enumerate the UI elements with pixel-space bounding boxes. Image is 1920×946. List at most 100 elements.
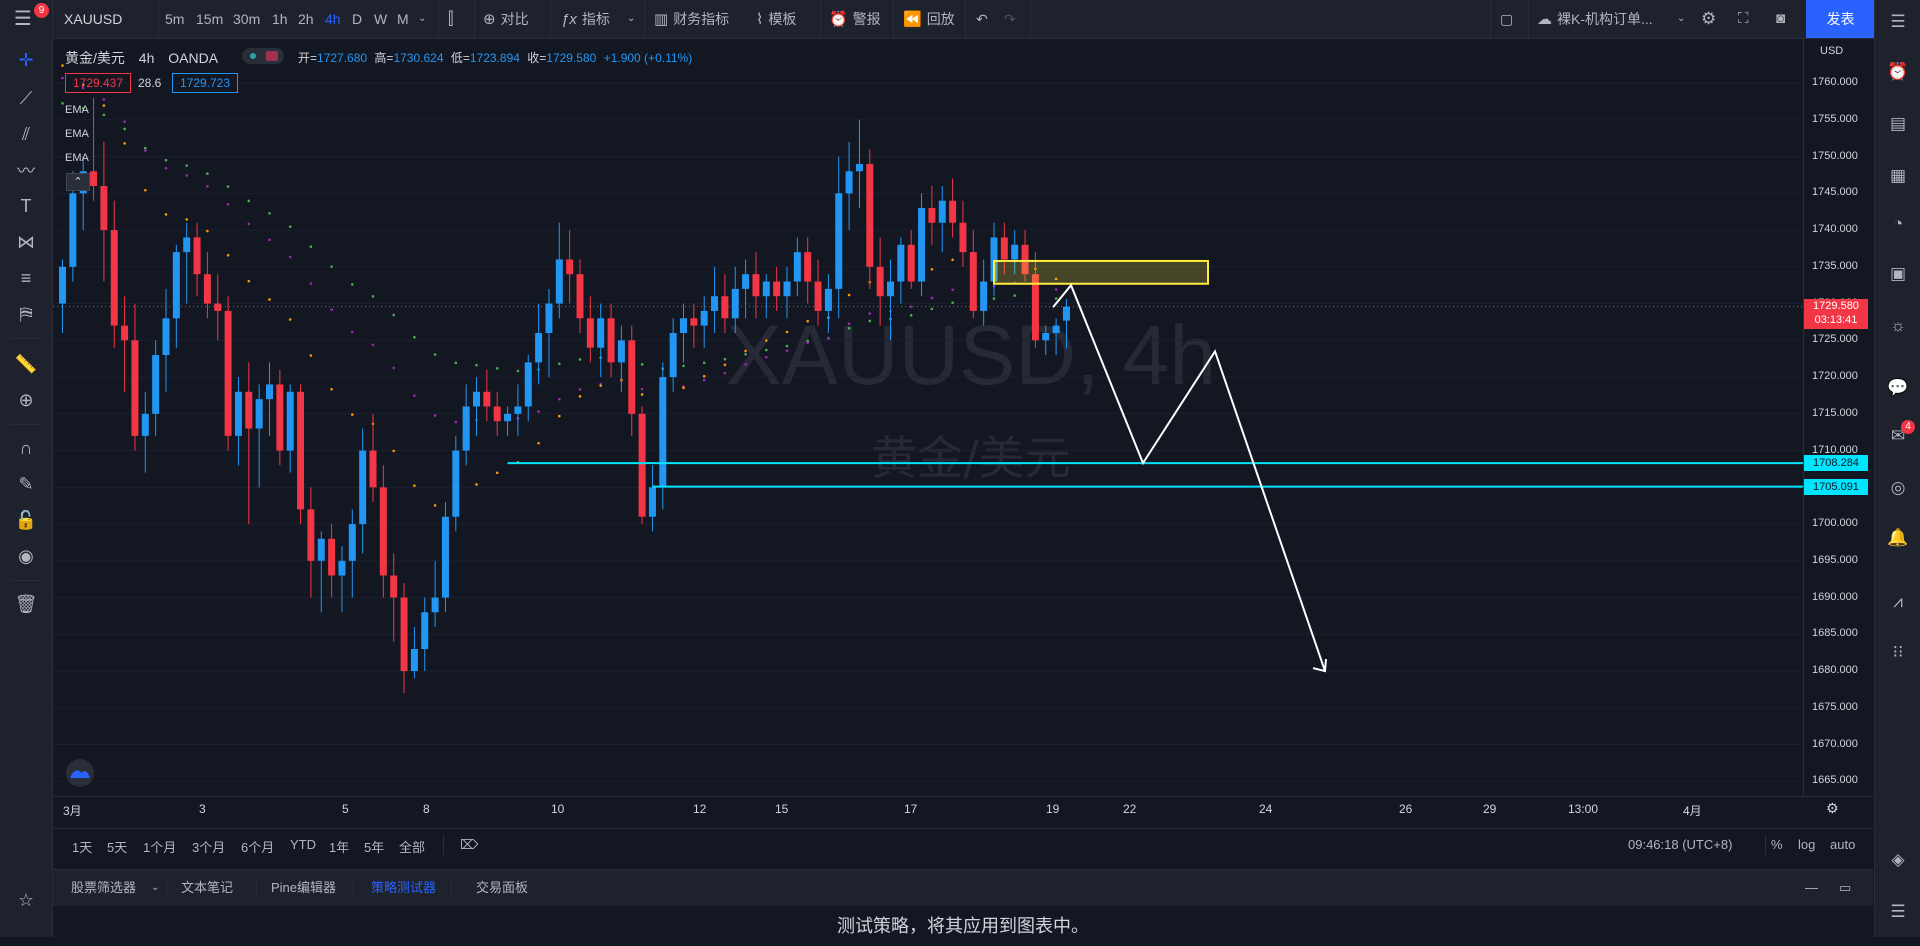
bid-button[interactable]: 1729.437	[65, 73, 131, 93]
trend-line-icon[interactable]: ⟋	[10, 82, 42, 114]
range-1m[interactable]: 1个月	[143, 837, 176, 856]
collapse-legend-icon[interactable]: ⌃	[66, 173, 90, 191]
layers-icon[interactable]: ◈	[1882, 844, 1914, 876]
horizontal-levels[interactable]	[507, 462, 1803, 488]
range-all[interactable]: 全部	[399, 837, 425, 856]
range-5y[interactable]: 5年	[364, 837, 384, 856]
layout-name-button[interactable]: ☁ 裸K-机构订单...	[1537, 0, 1653, 38]
news-icon[interactable]: ▤	[1882, 108, 1914, 140]
panel-toggle-icon[interactable]: ☰	[1882, 896, 1914, 928]
interval-30m[interactable]: 30m	[233, 0, 260, 38]
indicators-button[interactable]: ƒx 指标	[561, 0, 610, 38]
lock-icon[interactable]: 🔓	[10, 504, 42, 536]
time-axis[interactable]: 3月 3 5 8 10 12 15 17 19 22 24 26 29 13:0…	[53, 796, 1873, 821]
interval-d[interactable]: D	[352, 0, 362, 38]
price-axis[interactable]: USD 1760.000 1755.000 1750.000 1745.000 1740…	[1803, 39, 1874, 796]
tab-stock-screener[interactable]: 股票筛选器	[71, 870, 136, 906]
data-window-icon[interactable]: ▦	[1882, 160, 1914, 192]
layout-dropdown-icon[interactable]: ⌄	[1677, 0, 1685, 38]
candle-body	[90, 171, 98, 186]
templates-button[interactable]: ⌇ 模板	[756, 0, 796, 38]
tab-pine-editor[interactable]: Pine编辑器	[271, 870, 336, 906]
notifications-bell-icon[interactable]: 🔔	[1882, 522, 1914, 554]
indicator-ema-1[interactable]: EMA	[65, 104, 89, 116]
legend-title[interactable]: 黄金/美元	[65, 50, 125, 66]
interval-dropdown-icon[interactable]: ⌄	[418, 0, 426, 38]
interval-m[interactable]: M	[397, 0, 409, 38]
log-toggle[interactable]: log	[1798, 837, 1815, 852]
calendar-icon[interactable]: ▣	[1882, 258, 1914, 290]
layout-select-icon[interactable]: ▢	[1500, 0, 1513, 38]
maximize-icon[interactable]: ▭	[1839, 870, 1851, 906]
range-ytd[interactable]: YTD	[290, 837, 316, 852]
indicators-dropdown-icon[interactable]: ⌄	[627, 0, 635, 38]
xabcd-icon[interactable]: ⋈	[10, 226, 42, 258]
ruler-icon[interactable]: 📏	[10, 348, 42, 380]
notification-badge: 9	[34, 3, 49, 18]
market-status-toggle[interactable]	[242, 48, 284, 64]
symbol-search[interactable]: XAUUSD	[64, 0, 122, 38]
redo-icon[interactable]: ↷	[1004, 0, 1016, 38]
fullscreen-icon[interactable]: ⛶	[1738, 0, 1749, 38]
lock-drawings-icon[interactable]: ✎	[10, 468, 42, 500]
streams-icon[interactable]: ◎	[1882, 472, 1914, 504]
minimize-icon[interactable]: —	[1805, 870, 1818, 906]
magnet-icon[interactable]: ∩	[10, 432, 42, 464]
fib-icon[interactable]: ≡	[10, 262, 42, 294]
hotlist-icon[interactable]: ◔	[1882, 208, 1914, 240]
zoom-in-icon[interactable]: ⊕	[10, 384, 42, 416]
tab-strategy-tester[interactable]: 策略测试器	[371, 870, 436, 906]
currency-label[interactable]: USD	[1820, 45, 1843, 57]
alert-button[interactable]: ⏰ 警报	[829, 0, 881, 38]
depth-of-market-icon[interactable]: ⩘	[1882, 586, 1914, 618]
tab-text-notes[interactable]: 文本笔记	[181, 870, 233, 906]
eye-icon[interactable]: ◉	[10, 540, 42, 572]
prediction-icon[interactable]: ⛿	[10, 298, 42, 330]
interval-1h[interactable]: 1h	[272, 0, 288, 38]
clock[interactable]: 09:46:18 (UTC+8)	[1628, 837, 1732, 852]
publish-button[interactable]: 发表	[1806, 0, 1875, 38]
price-chart[interactable]: XAUUSD, 4h 黄金/美元	[53, 39, 1803, 796]
range-1y[interactable]: 1年	[329, 837, 349, 856]
range-6m[interactable]: 6个月	[241, 837, 274, 856]
star-icon[interactable]: ☆	[10, 884, 42, 916]
screener-dropdown-icon[interactable]: ⌄	[151, 870, 159, 906]
indicator-ema-3[interactable]: EMA	[65, 152, 89, 164]
chat-icon[interactable]: 💬	[1882, 372, 1914, 404]
tab-trading-panel[interactable]: 交易面板	[476, 870, 528, 906]
axis-settings-gear-icon[interactable]: ⚙	[1826, 800, 1839, 817]
interval-w[interactable]: W	[374, 0, 387, 38]
pitchfork-icon[interactable]: ⫽	[10, 118, 42, 150]
compare-button[interactable]: ⊕ 对比	[483, 0, 529, 38]
interval-5m[interactable]: 5m	[165, 0, 184, 38]
trash-icon[interactable]: 🗑	[10, 588, 42, 620]
range-1d[interactable]: 1天	[72, 837, 92, 856]
ideas-lightbulb-icon[interactable]: ☼	[1882, 310, 1914, 342]
range-5d[interactable]: 5天	[107, 837, 127, 856]
gear-icon[interactable]: ⚙	[1701, 0, 1716, 38]
interval-15m[interactable]: 15m	[196, 0, 223, 38]
more-dots-icon[interactable]: ⁝⁝	[1882, 636, 1914, 668]
candle-style-icon[interactable]: ⫿	[448, 0, 453, 38]
indicator-ema-2[interactable]: EMA	[65, 128, 89, 140]
replay-button[interactable]: ⏪ 回放	[903, 0, 955, 38]
pattern-icon[interactable]: 〰	[10, 154, 42, 186]
goto-date-icon[interactable]: ⌦	[460, 837, 478, 853]
interval-2h[interactable]: 2h	[298, 0, 314, 38]
candle-body	[245, 391, 253, 429]
crosshair-icon[interactable]: ✛	[10, 44, 42, 76]
percent-toggle[interactable]: %	[1771, 837, 1783, 852]
interval-4h[interactable]: 4h	[325, 0, 341, 38]
supply-zone-rectangle[interactable]	[993, 259, 1209, 285]
camera-icon[interactable]: ◙	[1776, 0, 1785, 38]
ask-button[interactable]: 1729.723	[172, 73, 238, 93]
auto-toggle[interactable]: auto	[1830, 837, 1855, 852]
undo-icon[interactable]: ↶	[976, 0, 988, 38]
text-icon[interactable]: T	[10, 190, 42, 222]
menu-icon[interactable]: ☰	[14, 0, 32, 38]
watchlist-icon[interactable]: ☰	[1882, 6, 1914, 38]
range-3m[interactable]: 3个月	[192, 837, 225, 856]
replay-icon: ⏪	[903, 11, 922, 28]
financials-button[interactable]: ▥ 财务指标	[654, 0, 729, 38]
alarm-clock-icon[interactable]: ⏰	[1882, 56, 1914, 88]
